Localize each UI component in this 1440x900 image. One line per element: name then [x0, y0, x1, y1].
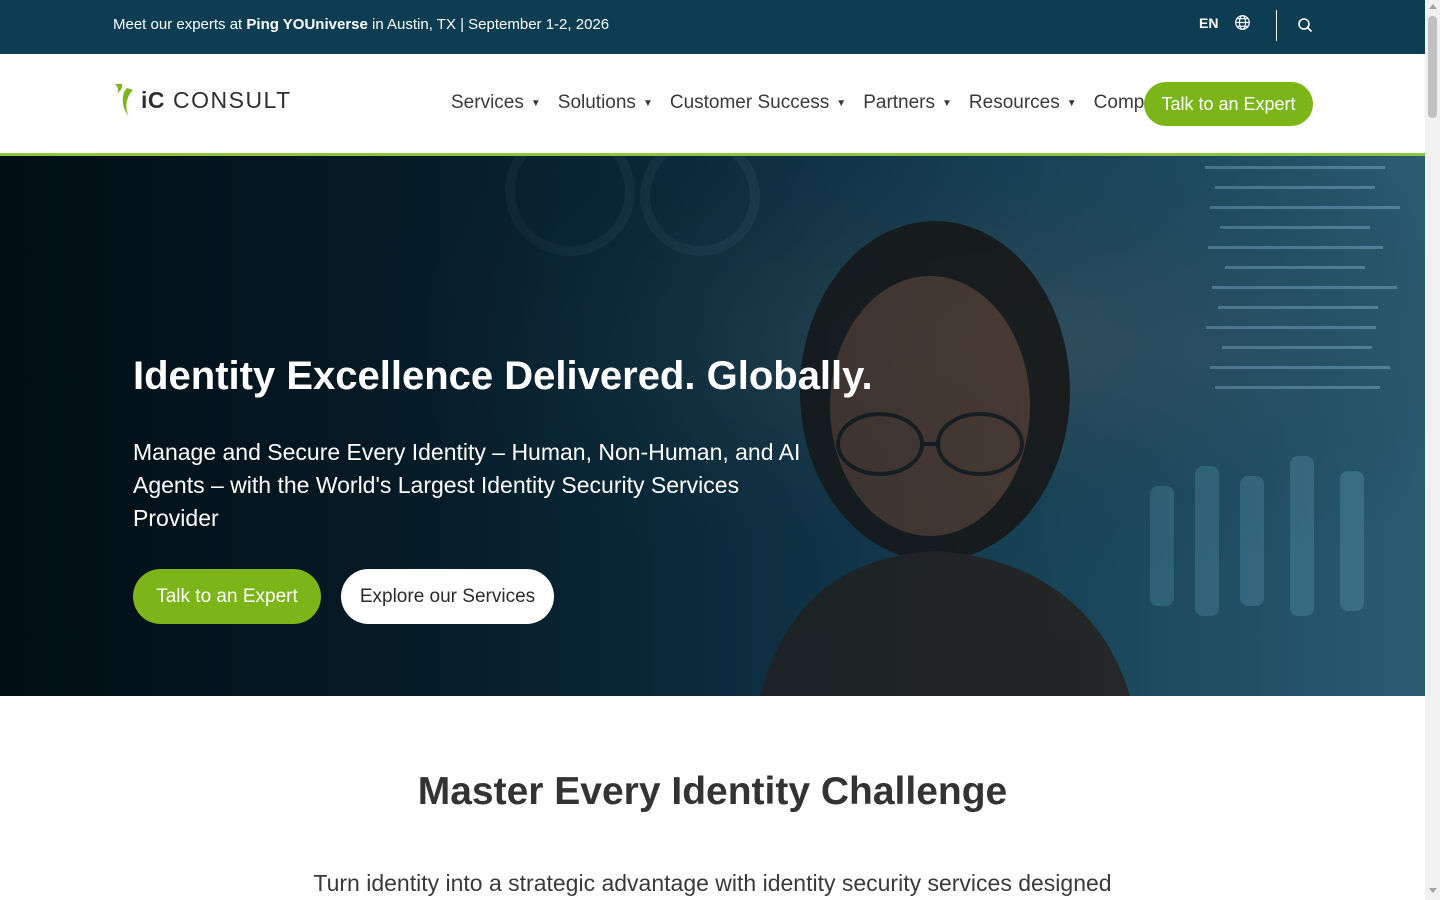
nav-item-label: Services — [451, 92, 524, 113]
announcement-bar: Meet our experts at Ping YOUniverse in A… — [0, 0, 1425, 54]
caret-down-icon: ▼ — [1066, 97, 1077, 109]
hero-title: Identity Excellence Delivered. Globally. — [133, 354, 873, 398]
announcement-link[interactable]: Meet our experts at Ping YOUniverse in A… — [113, 16, 609, 33]
page: Meet our experts at Ping YOUniverse in A… — [0, 0, 1425, 900]
explore-services-button[interactable]: Explore our Services — [341, 569, 554, 624]
logo-mark-icon — [115, 84, 133, 116]
nav-item-resources[interactable]: Resources ▼ — [969, 92, 1077, 114]
logo-consult-text: CONSULT — [173, 86, 292, 113]
scrollbar-thumb[interactable] — [1428, 16, 1437, 118]
nav-item-label: Partners — [863, 92, 936, 113]
topbar-divider — [1276, 10, 1277, 41]
language-selector[interactable]: EN — [1199, 15, 1218, 31]
nav-item-partners[interactable]: Partners ▼ — [863, 92, 952, 114]
announcement-suffix: in Austin, TX | September 1-2, 2026 — [367, 16, 610, 33]
nav-item-solutions[interactable]: Solutions ▼ — [558, 92, 653, 114]
section-title: Master Every Identity Challenge — [417, 770, 1008, 813]
scroll-down-arrow-icon[interactable] — [1429, 888, 1437, 893]
caret-down-icon: ▼ — [530, 97, 541, 109]
main-nav: Services ▼ Solutions ▼ Customer Success ▼ P… — [451, 92, 1209, 114]
nav-item-label: Solutions — [557, 92, 636, 113]
nav-item-label: Resources — [968, 92, 1060, 113]
hero-subtitle: Manage and Secure Every Identity – Human… — [133, 439, 801, 531]
page-scrollbar[interactable] — [1425, 0, 1440, 900]
caret-down-icon: ▼ — [836, 97, 847, 109]
talk-to-expert-button[interactable]: Talk to an Expert — [1144, 82, 1313, 126]
logo-ic-text: iC — [141, 86, 165, 113]
search-icon[interactable] — [1297, 17, 1313, 33]
announcement-prefix: Meet our experts at — [113, 16, 247, 33]
caret-down-icon: ▼ — [642, 97, 653, 109]
caret-down-icon: ▼ — [942, 97, 952, 109]
nav-item-customer-success[interactable]: Customer Success ▼ — [670, 92, 846, 114]
hero-talk-to-expert-button[interactable]: Talk to an Expert — [133, 569, 321, 624]
hero-banner: Identity Excellence Delivered. Globally.… — [0, 156, 1425, 696]
announcement-event: Ping YOUniverse — [246, 16, 368, 33]
nav-item-services[interactable]: Services ▼ — [451, 92, 541, 114]
scroll-up-arrow-icon[interactable] — [1429, 4, 1437, 9]
site-logo[interactable]: iC CONSULT — [113, 82, 292, 118]
globe-icon[interactable] — [1234, 14, 1251, 31]
site-header: iC CONSULT Services ▼ Solutions ▼ Customer… — [0, 54, 1425, 156]
nav-item-label: Customer Success — [669, 92, 830, 113]
section-text: Turn identity into a strategic advantage… — [313, 870, 1112, 896]
